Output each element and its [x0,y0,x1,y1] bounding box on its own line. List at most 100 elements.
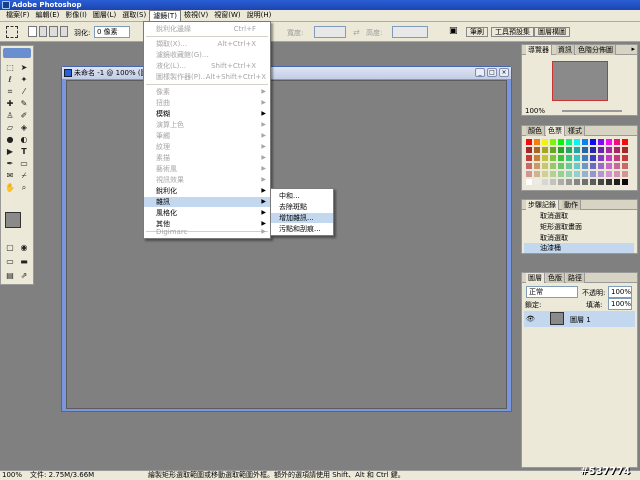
healing-brush-icon[interactable]: ✚ [4,98,16,109]
color-swatch[interactable] [581,146,589,154]
menu-file[interactable]: 檔案(F) [3,10,33,21]
zoom-tool-icon[interactable]: ⌕ [18,182,30,193]
color-swatch[interactable] [597,146,605,154]
maximize-icon[interactable]: □ [487,68,497,77]
filter-menu-item-texture[interactable]: 紋理 ▶ [144,142,270,152]
color-swatch[interactable] [565,138,573,146]
color-swatch[interactable] [541,170,549,178]
color-swatch[interactable] [605,178,613,186]
color-swatch[interactable] [589,154,597,162]
color-swatch[interactable] [613,162,621,170]
color-swatch[interactable] [549,138,557,146]
color-swatch[interactable] [597,178,605,186]
path-select-icon[interactable]: ▶ [4,146,16,157]
color-swatch[interactable] [541,138,549,146]
screen-mode-icon[interactable]: ▭ [4,256,16,267]
menu-window[interactable]: 視窗(W) [211,10,243,21]
noise-item-median[interactable]: 中和... [271,191,333,201]
tab-navigator[interactable]: 導覽器 [526,45,552,55]
color-swatch[interactable] [581,138,589,146]
filter-menu-item-extract[interactable]: 擷取(X)... Alt+Ctrl+X [144,39,270,49]
jump-to-icon[interactable]: ⇗ [18,270,30,281]
color-swatch[interactable] [597,162,605,170]
add-selection-icon[interactable] [38,26,47,37]
shape-tool-icon[interactable]: ▭ [18,158,30,169]
color-swatch[interactable] [613,146,621,154]
lasso-tool-icon[interactable]: ℓ [4,74,16,85]
blend-mode-select[interactable]: 正常 [526,286,578,298]
color-swatch[interactable] [621,138,629,146]
tab-histogram[interactable]: 色階分佈圖 [576,45,616,55]
color-swatch[interactable] [549,154,557,162]
color-swatch[interactable] [525,146,533,154]
tab-styles[interactable]: 樣式 [566,126,585,136]
file-browser-icon[interactable]: ▣ [449,26,458,36]
color-swatch[interactable] [573,178,581,186]
color-swatch[interactable] [533,138,541,146]
color-swatch[interactable] [589,146,597,154]
color-swatch[interactable] [525,138,533,146]
filter-menu-item-video[interactable]: 視訊效果 ▶ [144,175,270,185]
palette-tab-layer-comps[interactable]: 圖層構圖 [534,27,570,37]
color-swatch[interactable] [533,178,541,186]
menu-filter[interactable]: 濾鏡(T) [149,10,181,21]
color-swatch[interactable] [589,162,597,170]
menu-image[interactable]: 影像(I) [62,10,90,21]
noise-item-dust-scratches[interactable]: 污點和刮痕... [271,224,333,234]
filter-menu-item-sketch[interactable]: 素描 ▶ [144,153,270,163]
brush-tool-icon[interactable]: ✎ [18,98,30,109]
magic-wand-icon[interactable]: ✦ [18,74,30,85]
history-item[interactable]: 取消選取 [524,233,634,243]
history-item[interactable]: 矩形選取畫面 [524,222,634,232]
color-swatch[interactable] [541,178,549,186]
swatch-grid[interactable] [525,138,629,188]
color-swatch[interactable] [613,154,621,162]
filter-menu-item-pixelate[interactable]: 像素 ▶ [144,87,270,97]
filter-menu-item-blur[interactable]: 模糊 ▶ [144,109,270,119]
color-swatch[interactable] [565,154,573,162]
fill-input[interactable]: 100% [608,298,632,310]
noise-item-add-noise[interactable]: 增加雜訊... [271,213,333,223]
close-icon[interactable]: × [499,68,509,77]
color-swatch[interactable] [565,162,573,170]
minimize-icon[interactable]: _ [475,68,485,77]
palette-tab-tool-presets[interactable]: 工具預設集 [491,27,534,37]
width-input[interactable] [314,26,346,38]
color-swatch[interactable] [525,170,533,178]
status-doc-size[interactable]: 文件: 2.75M/3.66M [30,471,94,480]
color-swatch[interactable] [557,138,565,146]
color-swatch[interactable] [581,178,589,186]
history-brush-icon[interactable]: ✐ [18,110,30,121]
color-swatch[interactable] [605,162,613,170]
color-swatch[interactable] [605,138,613,146]
color-swatch[interactable] [549,162,557,170]
palette-tab-brushes[interactable]: 筆刷 [466,27,488,37]
marquee-tool-icon[interactable] [6,26,18,38]
color-swatch[interactable] [597,170,605,178]
eye-icon[interactable]: 👁 [526,315,535,323]
color-swatch[interactable] [565,170,573,178]
standard-mode-icon[interactable]: ▢ [4,242,16,253]
color-swatch[interactable] [557,178,565,186]
filter-menu-item-artistic[interactable]: 藝術風 ▶ [144,164,270,174]
panel-menu-icon[interactable]: ▸ [631,45,635,53]
filter-menu-item-gallery[interactable]: 濾鏡收藏館(G)... [144,50,270,60]
color-swatch[interactable] [533,170,541,178]
color-swatch[interactable] [525,154,533,162]
menu-select[interactable]: 選取(S) [119,10,149,21]
color-swatch[interactable] [573,162,581,170]
filter-menu-item-stylize[interactable]: 風格化 ▶ [144,208,270,218]
history-item-active[interactable]: 油漆桶 [524,243,634,253]
filter-menu-item-last[interactable]: 銳利化邊緣 Ctrl+F [144,24,270,34]
paint-bucket-icon[interactable]: ◈ [18,122,30,133]
tab-layers[interactable]: 圖層 [526,273,545,283]
color-swatch[interactable] [613,178,621,186]
new-selection-icon[interactable] [28,26,37,37]
quick-mask-icon[interactable]: ◉ [18,242,30,253]
intersect-selection-icon[interactable] [59,26,68,37]
dodge-tool-icon[interactable]: ◐ [18,134,30,145]
navigator-preview[interactable] [552,61,608,101]
filter-menu-item-brush-strokes[interactable]: 筆觸 ▶ [144,131,270,141]
eyedropper-icon[interactable]: ⌿ [18,170,30,181]
eraser-tool-icon[interactable]: ▱ [4,122,16,133]
